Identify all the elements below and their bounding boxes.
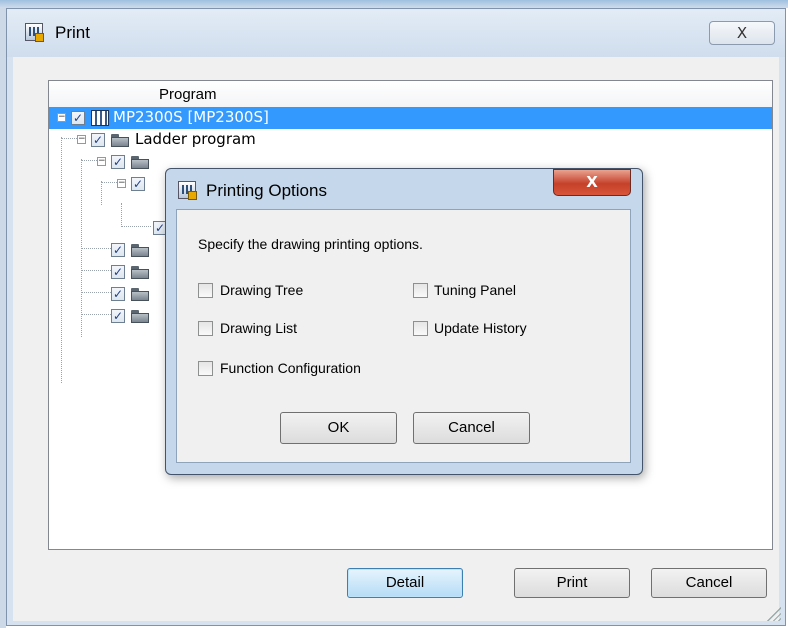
update-history-checkbox[interactable] — [413, 321, 428, 336]
printing-options-dialog: Printing Options X Specify the drawing p… — [165, 168, 643, 475]
column-header-label: Program — [159, 86, 217, 103]
resize-grip-icon[interactable] — [767, 607, 781, 621]
cancel-button[interactable]: Cancel — [651, 568, 767, 598]
folder-icon — [131, 310, 149, 323]
drawing-list-checkbox[interactable] — [198, 321, 213, 336]
printing-options-client: Specify the drawing printing options. Dr… — [176, 209, 631, 463]
function-configuration-label[interactable]: Function Configuration — [220, 360, 361, 376]
print-close-button[interactable]: X — [709, 21, 775, 45]
drawing-tree-label[interactable]: Drawing Tree — [220, 282, 303, 298]
checkbox[interactable]: ✓ — [111, 265, 125, 279]
printing-options-close-button[interactable]: X — [553, 169, 631, 196]
tree-row-root-label: MP2300S [MP2300S] — [113, 108, 269, 126]
tuning-panel-label[interactable]: Tuning Panel — [434, 282, 516, 298]
folder-icon — [131, 244, 149, 257]
update-history-label[interactable]: Update History — [434, 320, 527, 336]
drawing-tree-checkbox[interactable] — [198, 283, 213, 298]
printing-options-title: Printing Options — [206, 181, 327, 200]
function-configuration-checkbox[interactable] — [198, 361, 213, 376]
checkbox[interactable]: ✓ — [131, 177, 145, 191]
collapse-icon[interactable]: − — [97, 157, 106, 166]
tree-row-ladder[interactable]: − ✓ Ladder program — [49, 129, 772, 151]
checkbox[interactable]: ✓ — [111, 309, 125, 323]
folder-icon — [131, 266, 149, 279]
checkbox-root[interactable]: ✓ — [71, 111, 85, 125]
print-dialog-title: Print — [55, 23, 90, 42]
collapse-icon[interactable]: − — [57, 113, 66, 122]
printing-options-app-icon — [178, 181, 197, 200]
print-button[interactable]: Print — [514, 568, 630, 598]
collapse-icon[interactable]: − — [117, 179, 126, 188]
checkbox-ladder[interactable]: ✓ — [91, 133, 105, 147]
ok-button[interactable]: OK — [280, 412, 397, 444]
drawing-list-label[interactable]: Drawing List — [220, 320, 297, 336]
column-header-program[interactable]: Program — [49, 81, 772, 108]
tree-row-root[interactable]: − ✓ MP2300S [MP2300S] — [49, 107, 772, 129]
detail-button[interactable]: Detail — [347, 568, 463, 598]
options-cancel-button[interactable]: Cancel — [413, 412, 530, 444]
instruction-text: Specify the drawing printing options. — [198, 236, 423, 252]
folder-icon — [111, 134, 129, 147]
print-app-icon — [25, 23, 44, 42]
background-window-edge — [0, 0, 788, 8]
print-title-bar[interactable]: Print X — [7, 9, 785, 57]
controller-icon — [91, 110, 109, 126]
checkbox[interactable]: ✓ — [111, 287, 125, 301]
folder-icon — [131, 288, 149, 301]
tuning-panel-checkbox[interactable] — [413, 283, 428, 298]
checkbox[interactable]: ✓ — [111, 155, 125, 169]
tree-row-ladder-label: Ladder program — [135, 130, 256, 148]
checkbox[interactable]: ✓ — [111, 243, 125, 257]
folder-icon — [131, 156, 149, 169]
collapse-icon[interactable]: − — [77, 135, 86, 144]
